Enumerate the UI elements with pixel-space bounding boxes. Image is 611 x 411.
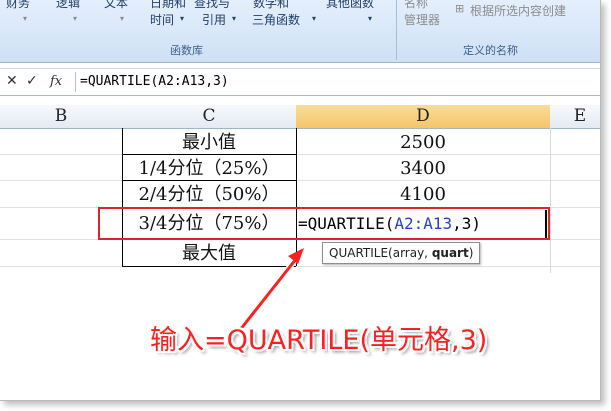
annotation-text: 输入=QUARTILE(单元格,3): [150, 325, 488, 356]
excel-window: 财务 逻辑 文本 日期和 查找与 数学和 其他函数 ▾ ▾ ▾ 时间 ▾ 引用 …: [0, 0, 601, 401]
